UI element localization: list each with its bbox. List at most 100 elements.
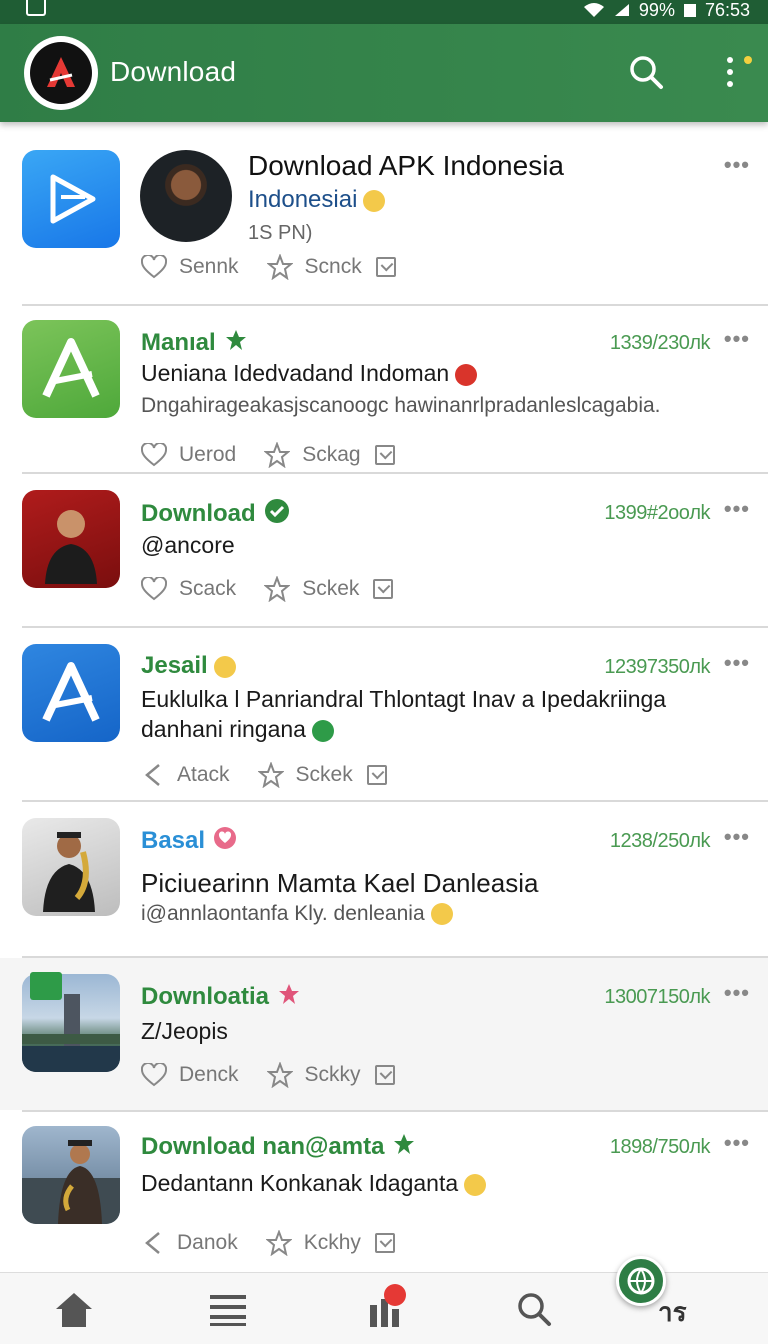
- search-icon: [518, 1293, 551, 1326]
- item-title: Download APK Indonesia: [248, 150, 564, 181]
- item-name: Jesail: [141, 652, 236, 680]
- star-button[interactable]: Sckky: [266, 1062, 361, 1088]
- item-line: Euklulka l Panriandral Thlontagt Inav a …: [141, 686, 667, 712]
- checkbox-icon[interactable]: [374, 445, 395, 465]
- item-line: Piciuearinn Mamta Kael Danleasia: [141, 868, 539, 898]
- item-actions: Danok Kckhy: [141, 1230, 395, 1256]
- share-button[interactable]: Atack: [141, 762, 230, 788]
- item-name: Download nan@amta: [141, 1132, 416, 1163]
- checkbox-icon[interactable]: [375, 257, 396, 277]
- item-name: Downloatia: [141, 982, 301, 1013]
- item-more-button[interactable]: •••: [724, 980, 750, 1006]
- item-more-button[interactable]: •••: [724, 650, 750, 676]
- item-name: Manıal: [141, 328, 248, 359]
- checkbox-icon[interactable]: [374, 1233, 395, 1253]
- item-subtitle: Indonesiai: [248, 186, 386, 214]
- item-line: Dedantann Konkanak Idaganta: [141, 1170, 487, 1197]
- star-icon: [264, 576, 291, 602]
- battery-percent: 99%: [638, 0, 675, 20]
- status-bar: 99% 76:53: [0, 0, 768, 24]
- search-button[interactable]: [626, 52, 666, 92]
- heart-icon: [141, 577, 167, 601]
- list-item[interactable]: Basal 1238/250лk ••• Piciuearinn Mamta K…: [0, 802, 768, 956]
- star-button[interactable]: Scnck: [266, 254, 362, 280]
- notification-badge: [384, 1284, 406, 1306]
- like-button[interactable]: Denck: [141, 1063, 239, 1087]
- trending-badge-icon: [30, 972, 62, 1000]
- list-item[interactable]: Download nan@amta 1898/750лk ••• Dedanta…: [0, 1112, 768, 1272]
- list-item[interactable]: Downloatia 13007150лk ••• Z/Jeopis Denck…: [0, 958, 768, 1110]
- more-vertical-icon: [727, 57, 733, 87]
- battery-icon: [683, 4, 696, 17]
- grin-emoji-icon: [213, 655, 236, 678]
- item-name: Basal: [141, 826, 237, 857]
- musician-icon: [22, 1140, 120, 1224]
- item-meta: 1898/750лk: [609, 1136, 711, 1158]
- share-button[interactable]: Danok: [141, 1230, 238, 1256]
- nav-search[interactable]: [512, 1287, 556, 1331]
- person-icon: [45, 510, 97, 584]
- home-icon: [56, 1293, 92, 1327]
- star-icon: [265, 1230, 292, 1256]
- item-more-button[interactable]: •••: [724, 496, 750, 522]
- app-icon: [22, 644, 120, 742]
- page-title: Download: [110, 56, 237, 87]
- heart-icon: [141, 255, 167, 279]
- checkbox-icon[interactable]: [373, 579, 394, 599]
- more-options-button[interactable]: [718, 52, 758, 92]
- star-icon: [264, 442, 291, 468]
- list-item[interactable]: Download APK Indonesia Indonesiai 1S PN)…: [0, 122, 768, 304]
- star-badge-icon: [392, 1132, 416, 1163]
- smile-emoji-icon: [363, 189, 386, 212]
- nav-list[interactable]: [206, 1287, 250, 1331]
- item-meta: 13007150лk: [604, 986, 710, 1008]
- avatar[interactable]: [140, 150, 232, 242]
- item-more-button[interactable]: •••: [724, 152, 750, 178]
- saxophone-player-icon: [43, 832, 95, 912]
- list-item[interactable]: Download 1399#2ooлk ••• @ancore Scack Sc…: [0, 474, 768, 626]
- letter-a-icon: [42, 338, 100, 398]
- like-button[interactable]: Uerod: [141, 443, 236, 467]
- star-button[interactable]: Sckek: [257, 762, 353, 788]
- checkbox-icon[interactable]: [366, 765, 387, 785]
- info-emoji-icon: [455, 363, 478, 386]
- list-icon: [210, 1295, 246, 1326]
- star-button[interactable]: Sckek: [264, 576, 359, 602]
- item-meta: 12397350лk: [604, 656, 710, 678]
- item-time: 1S PN): [248, 222, 313, 244]
- item-more-button[interactable]: •••: [724, 1130, 750, 1156]
- heart-icon: [141, 443, 167, 467]
- checkbox-icon[interactable]: [374, 1065, 395, 1085]
- like-button[interactable]: Sennk: [141, 255, 239, 279]
- item-description: i@annlaontanfa Kly. denleania: [141, 902, 453, 926]
- star-button[interactable]: Sckag: [264, 442, 361, 468]
- item-description: danhani ringana: [141, 716, 334, 743]
- like-button[interactable]: Scack: [141, 577, 236, 601]
- item-actions: Scack Sckek: [141, 576, 394, 602]
- hand-emoji-icon: [430, 903, 453, 926]
- item-actions: Sennk Scnck: [141, 254, 396, 280]
- signal-icon: [614, 4, 629, 16]
- item-more-button[interactable]: •••: [724, 326, 750, 352]
- notification-dot: [744, 56, 752, 64]
- item-description: Dngahirageakasjscanoogc hawinanrlpradanl…: [141, 394, 661, 417]
- app-bar: Download: [0, 24, 768, 122]
- item-actions: Atack Sckek: [141, 762, 387, 788]
- user-photo: [22, 1126, 120, 1224]
- star-icon: [266, 254, 293, 280]
- notification-icon: [26, 0, 46, 16]
- list-item[interactable]: Jesail 12397350лk ••• Euklulka l Panrian…: [0, 628, 768, 798]
- item-meta: 1339/230лk: [609, 332, 711, 354]
- letter-a-icon: [42, 662, 100, 722]
- verified-badge-icon: [264, 498, 290, 531]
- app-logo[interactable]: [24, 36, 98, 110]
- search-icon: [630, 56, 663, 89]
- status-bar-right: 99% 76:53: [583, 0, 750, 20]
- list-item[interactable]: Manıal 1339/230лk ••• Ueniana Idedvadand…: [0, 306, 768, 474]
- star-badge-icon: [224, 328, 248, 359]
- item-more-button[interactable]: •••: [724, 824, 750, 850]
- nav-home[interactable]: [52, 1287, 96, 1331]
- app-icon: [22, 150, 120, 248]
- star-icon: [266, 1062, 293, 1088]
- star-button[interactable]: Kckhy: [265, 1230, 361, 1256]
